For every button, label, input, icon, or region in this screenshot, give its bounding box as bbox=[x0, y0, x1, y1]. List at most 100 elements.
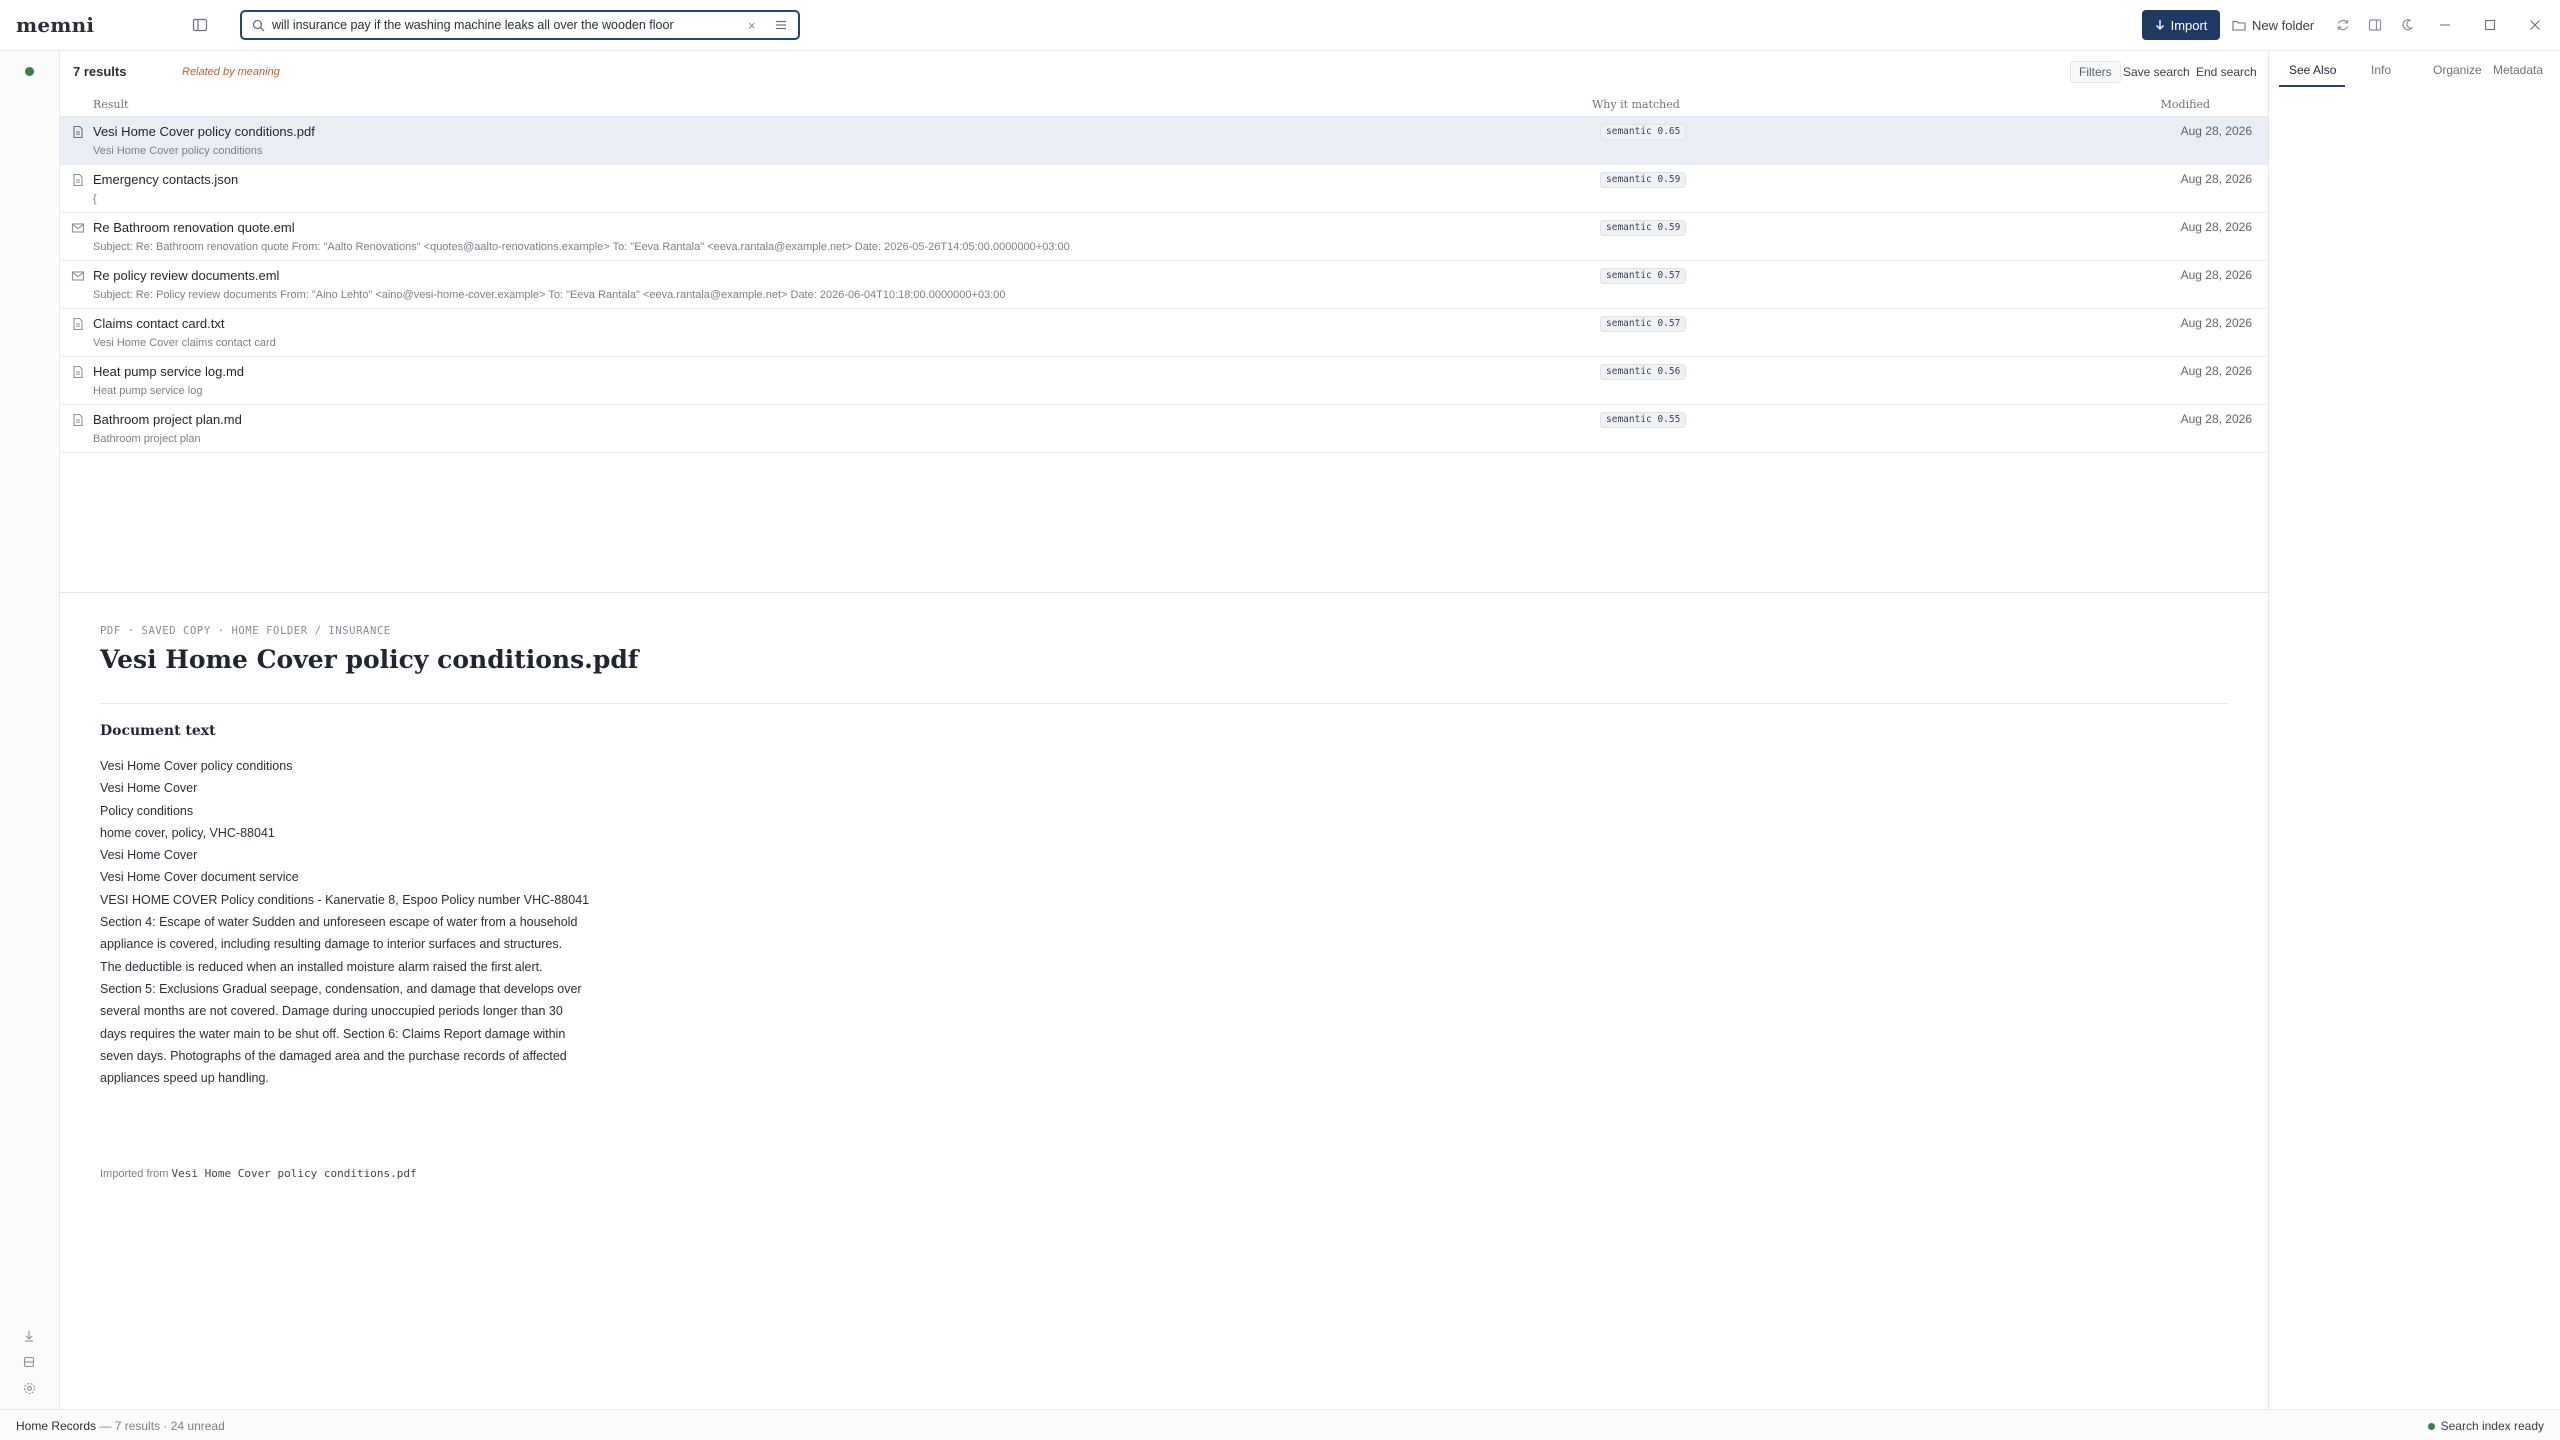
column-result[interactable]: Result bbox=[93, 98, 128, 111]
index-status-dot-icon bbox=[2427, 1422, 2435, 1430]
result-snippet: Vesi Home Cover policy conditions bbox=[93, 145, 263, 157]
result-title: Re policy review documents.eml bbox=[93, 268, 280, 283]
status-right: Search index ready bbox=[2427, 1419, 2544, 1433]
file-icon bbox=[71, 413, 85, 427]
document-line: Section 5: Exclusions Gradual seepage, c… bbox=[100, 981, 582, 996]
sync-button[interactable] bbox=[2334, 16, 2352, 34]
result-row[interactable]: Heat pump service log.md Heat pump servic… bbox=[60, 357, 2268, 405]
end-search-button[interactable]: End search bbox=[2196, 61, 2257, 83]
download-icon bbox=[25, 1331, 33, 1342]
result-row[interactable]: Re policy review documents.eml Subject: R… bbox=[60, 261, 2268, 309]
status-left: Home Records — 7 results · 24 unread bbox=[16, 1419, 225, 1433]
new-folder-button[interactable]: New folder bbox=[2232, 10, 2314, 40]
section-title: Document text bbox=[100, 723, 216, 739]
pdf-file-icon bbox=[71, 125, 85, 139]
result-title: Heat pump service log.md bbox=[93, 364, 245, 379]
close-window-button[interactable] bbox=[2526, 16, 2544, 34]
panel-layout-icon bbox=[2368, 19, 2382, 31]
document-preview: PDF · SAVED COPY · HOME FOLDER / INSURAN… bbox=[60, 592, 2268, 1409]
result-title: Bathroom project plan.md bbox=[93, 412, 242, 427]
result-modified: Aug 28, 2026 bbox=[2180, 316, 2252, 330]
document-line: appliances speed up handling. bbox=[100, 1071, 269, 1086]
column-modified[interactable]: Modified bbox=[2161, 98, 2210, 111]
match-score-badge: semantic 0.56 bbox=[1600, 364, 1687, 380]
file-icon bbox=[71, 365, 85, 379]
download-button[interactable] bbox=[20, 1327, 38, 1345]
right-panel: See Also Info Organize Metadata bbox=[2268, 51, 2560, 1409]
match-score-badge: semantic 0.57 bbox=[1600, 316, 1687, 332]
results-header: 7 results Related by meaning Filters Sav… bbox=[60, 51, 2268, 91]
match-score-badge: semantic 0.59 bbox=[1600, 220, 1687, 236]
result-title: Vesi Home Cover policy conditions.pdf bbox=[93, 124, 315, 139]
document-line: days requires the water main to be shut … bbox=[100, 1026, 566, 1041]
match-score-badge: semantic 0.59 bbox=[1600, 172, 1687, 188]
column-headers: Result Why it matched Modified bbox=[60, 91, 2268, 117]
document-line: home cover, policy, VHC-88041 bbox=[100, 825, 275, 840]
result-title: Emergency contacts.json bbox=[93, 172, 239, 187]
result-modified: Aug 28, 2026 bbox=[2180, 124, 2252, 138]
tab-organize[interactable]: Organize bbox=[2433, 63, 2482, 77]
import-label: Import bbox=[2170, 17, 2208, 33]
status-dot-icon bbox=[25, 67, 34, 76]
database-button[interactable] bbox=[20, 1353, 38, 1371]
result-snippet: { bbox=[93, 193, 97, 205]
clear-search-icon[interactable]: × bbox=[748, 18, 756, 33]
document-line: Vesi Home Cover policy conditions bbox=[100, 759, 293, 773]
close-icon bbox=[2530, 20, 2540, 30]
tab-info[interactable]: Info bbox=[2371, 63, 2391, 77]
mail-icon bbox=[71, 269, 85, 283]
new-folder-label: New folder bbox=[2252, 17, 2315, 33]
filters-button[interactable]: Filters bbox=[2070, 61, 2121, 83]
result-row[interactable]: Claims contact card.txt Vesi Home Cover c… bbox=[60, 309, 2268, 357]
sync-icon bbox=[2337, 19, 2349, 31]
result-modified: Aug 28, 2026 bbox=[2180, 268, 2252, 282]
panel-layout-button[interactable] bbox=[2366, 16, 2384, 34]
maximize-button[interactable] bbox=[2481, 16, 2499, 34]
result-row[interactable]: Vesi Home Cover policy conditions.pdf Ves… bbox=[60, 117, 2268, 165]
document-line: VESI HOME COVER Policy conditions - Kane… bbox=[100, 892, 590, 907]
result-row[interactable]: Bathroom project plan.md Bathroom project… bbox=[60, 405, 2268, 453]
search-input[interactable] bbox=[272, 16, 732, 34]
gear-icon bbox=[23, 1382, 35, 1394]
results-list: Vesi Home Cover policy conditions.pdf Ves… bbox=[60, 117, 2268, 453]
result-title: Claims contact card.txt bbox=[93, 316, 225, 331]
imported-file-link[interactable]: Vesi Home Cover policy conditions.pdf bbox=[172, 1167, 417, 1180]
column-why-matched[interactable]: Why it matched bbox=[1592, 98, 1680, 111]
document-line: Section 4: Escape of water Sudden and un… bbox=[100, 915, 578, 930]
results-pane: 7 results Related by meaning Filters Sav… bbox=[60, 51, 2268, 1409]
result-modified: Aug 28, 2026 bbox=[2180, 364, 2252, 378]
result-snippet: Subject: Re: Bathroom renovation quote F… bbox=[93, 241, 1070, 253]
result-count: 7 results bbox=[73, 64, 127, 79]
minimize-button[interactable] bbox=[2436, 16, 2454, 34]
mail-icon bbox=[71, 221, 85, 235]
result-snippet: Vesi Home Cover claims contact card bbox=[93, 337, 276, 349]
status-summary: — 7 results · 24 unread bbox=[99, 1419, 225, 1433]
moon-icon bbox=[2402, 19, 2414, 31]
minimize-icon bbox=[2440, 24, 2450, 26]
settings-button[interactable] bbox=[20, 1379, 38, 1397]
search-options-icon[interactable] bbox=[774, 18, 788, 32]
document-line: seven days. Photographs of the damaged a… bbox=[100, 1048, 567, 1063]
import-button[interactable]: Import bbox=[2142, 10, 2220, 40]
sidebar-toggle-icon bbox=[192, 18, 208, 32]
imported-prefix: Imported from bbox=[100, 1168, 169, 1180]
maximize-icon bbox=[2484, 19, 2496, 31]
tab-metadata[interactable]: Metadata bbox=[2493, 63, 2543, 77]
folder-icon bbox=[2232, 20, 2246, 31]
result-modified: Aug 28, 2026 bbox=[2180, 172, 2252, 186]
sidebar-toggle-button[interactable] bbox=[188, 13, 212, 37]
save-search-button[interactable]: Save search bbox=[2123, 61, 2190, 83]
document-line: Vesi Home Cover document service bbox=[100, 870, 299, 885]
theme-button[interactable] bbox=[2398, 16, 2416, 34]
tab-see-also[interactable]: See Also bbox=[2289, 63, 2336, 77]
document-line: Policy conditions bbox=[100, 803, 194, 818]
document-line: appliance is covered, including resultin… bbox=[100, 937, 563, 952]
result-title: Re Bathroom renovation quote.eml bbox=[93, 220, 295, 235]
result-row[interactable]: Re Bathroom renovation quote.eml Subject:… bbox=[60, 213, 2268, 261]
search-box[interactable]: × bbox=[240, 10, 800, 40]
search-mode-label: Related by meaning bbox=[182, 66, 280, 78]
document-text: Vesi Home Cover policy conditions Vesi Ho… bbox=[100, 755, 640, 1089]
result-snippet: Bathroom project plan bbox=[93, 433, 201, 445]
result-row[interactable]: Emergency contacts.json { semantic 0.59 Aug… bbox=[60, 165, 2268, 213]
search-icon bbox=[252, 19, 265, 32]
